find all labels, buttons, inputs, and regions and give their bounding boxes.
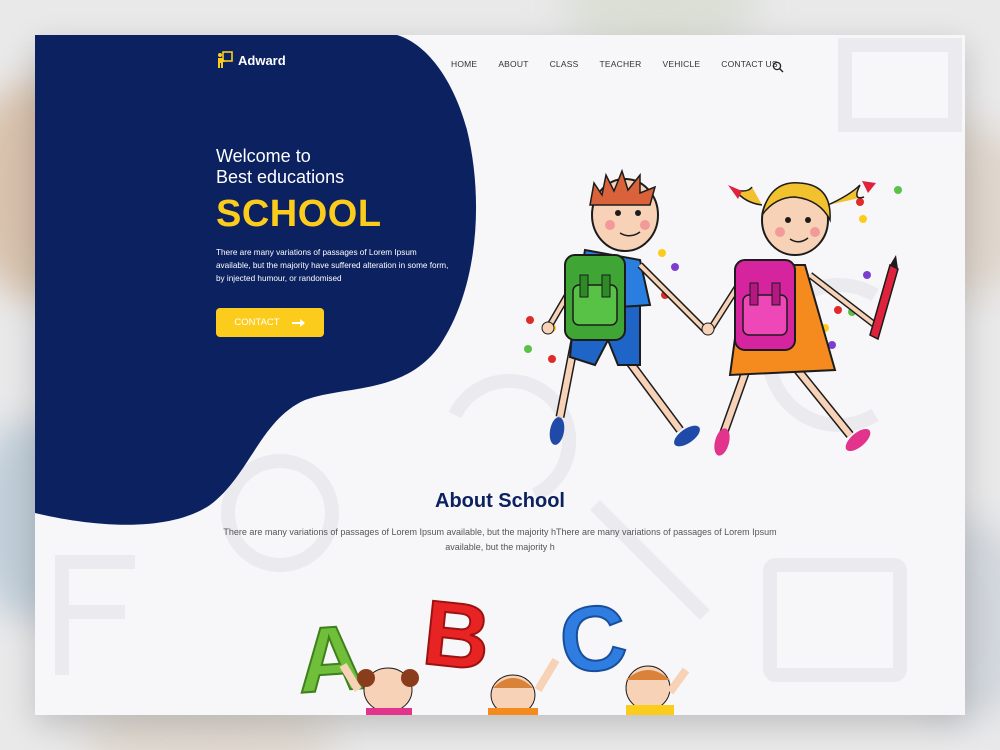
- main-nav: HOME ABOUT CLASS TEACHER VEHICLE CONTACT…: [451, 59, 799, 69]
- kids-illustration: [524, 168, 902, 456]
- nav-item-vehicle[interactable]: VEHICLE: [663, 59, 701, 69]
- nav-item-teacher[interactable]: TEACHER: [599, 59, 641, 69]
- boy-figure: [541, 168, 708, 447]
- nav-item-home[interactable]: HOME: [451, 59, 477, 69]
- arrow-right-icon: [291, 318, 305, 327]
- about-description: There are many variations of passages of…: [223, 527, 777, 552]
- nav-item-about[interactable]: ABOUT: [498, 59, 528, 69]
- abc-illustration: A B C: [298, 590, 690, 715]
- nav-item-class[interactable]: CLASS: [550, 59, 579, 69]
- nav-item-contact-us[interactable]: CONTACT US: [721, 59, 777, 69]
- hero-headline: SCHOOL: [216, 193, 382, 235]
- hero-background-shape: [35, 35, 477, 525]
- brand-name: Adward: [238, 52, 286, 68]
- hero-welcome-line1: Welcome to: [216, 146, 311, 166]
- letter-a: A: [298, 606, 367, 712]
- letter-b: B: [418, 590, 495, 690]
- contact-button-label: CONTACT: [234, 317, 280, 328]
- search-icon[interactable]: [772, 61, 784, 73]
- hero-description: There are many variations of passages of…: [216, 248, 449, 283]
- website-frame: Adward HOME ABOUT CLASS TEACHER VEHICLE …: [35, 35, 965, 715]
- hero-welcome: Welcome to Best educations: [216, 146, 344, 188]
- contact-button[interactable]: CONTACT: [216, 308, 324, 337]
- hero-welcome-line2: Best educations: [216, 167, 345, 187]
- letter-c: C: [555, 590, 632, 694]
- abc-kids: [339, 657, 690, 715]
- girl-figure: [701, 181, 899, 456]
- brand-logo[interactable]: Adward: [217, 51, 286, 69]
- about-title: About School: [435, 490, 565, 512]
- logo-icon: [218, 51, 233, 68]
